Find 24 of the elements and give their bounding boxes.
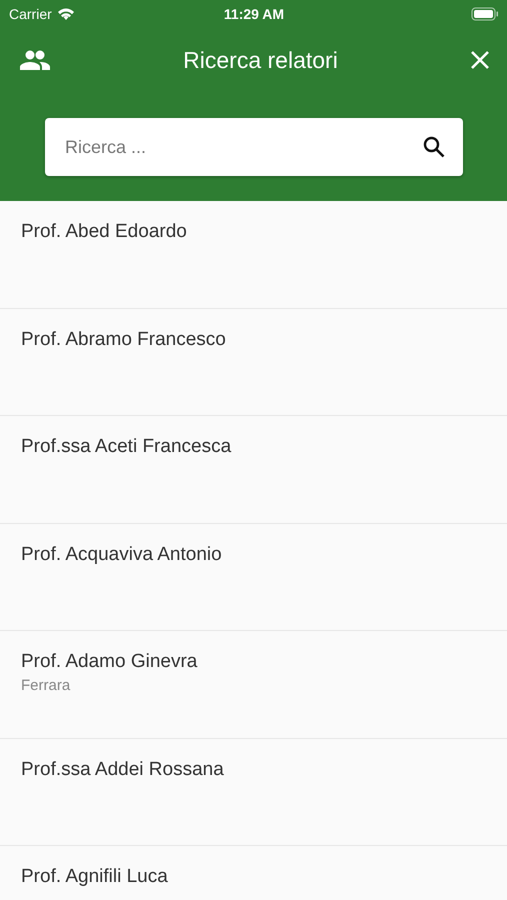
close-icon[interactable] xyxy=(471,51,489,69)
person-name: Prof. Acquaviva Antonio xyxy=(21,544,222,566)
search-field[interactable]: Ricerca ... xyxy=(45,118,463,176)
search-icon[interactable] xyxy=(423,136,445,158)
people-icon[interactable] xyxy=(20,50,50,70)
person-name: Prof. Abed Edoardo xyxy=(21,221,187,243)
person-name: Prof.ssa Aceti Francesca xyxy=(21,436,232,458)
carrier-label: Carrier xyxy=(9,6,52,22)
clock-time: 11:29 AM xyxy=(224,6,284,22)
list-row[interactable]: Prof. Agnifili Luca xyxy=(0,846,507,900)
list-row[interactable]: Prof.ssa Aceti Francesca xyxy=(0,416,507,524)
person-name: Prof.ssa Addei Rossana xyxy=(21,758,224,780)
list-row[interactable]: Prof.ssa Addei Rossana xyxy=(0,738,507,846)
person-name: Prof. Adamo Ginevra xyxy=(21,651,198,673)
list-row[interactable]: Prof. Abed Edoardo xyxy=(0,201,507,308)
list-row[interactable]: Prof. Abramo Francesco xyxy=(0,308,507,416)
screen-title: Ricerca relatori xyxy=(182,46,339,74)
wifi-icon xyxy=(56,7,75,21)
battery-icon xyxy=(471,7,499,21)
person-name: Prof. Abramo Francesco xyxy=(21,328,226,350)
person-city: Ferrara xyxy=(21,677,70,694)
person-name: Prof. Agnifili Luca xyxy=(21,866,168,888)
list-row[interactable]: Prof. Acquaviva Antonio xyxy=(0,524,507,631)
list-row[interactable]: Prof. Adamo Ginevra Ferrara xyxy=(0,631,507,738)
